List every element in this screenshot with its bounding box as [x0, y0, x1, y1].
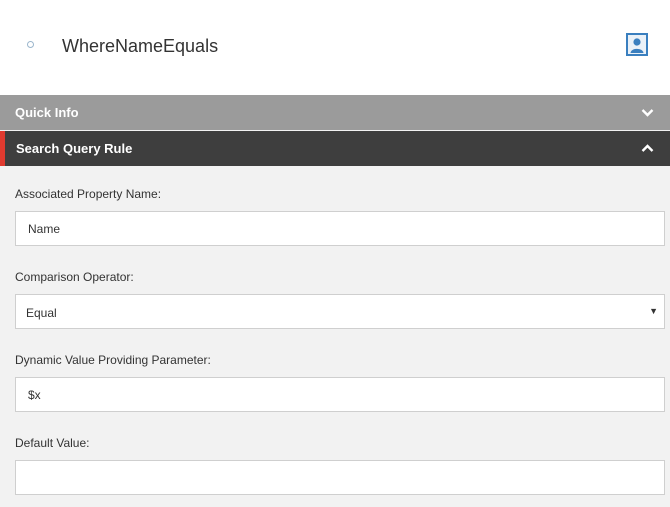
default-value-label: Default Value:: [15, 436, 90, 450]
search-query-rule-section-header[interactable]: Search Query Rule: [0, 131, 670, 166]
search-query-rule-label: Search Query Rule: [16, 141, 133, 156]
page-title: WhereNameEquals: [62, 36, 219, 56]
status-ring-icon: [27, 41, 34, 48]
chevron-up-icon[interactable]: [641, 142, 654, 160]
caret-down-icon[interactable]: ▼: [649, 306, 658, 316]
dynamic-value-param-input[interactable]: $x: [15, 377, 665, 412]
associated-property-value: Name: [28, 222, 61, 236]
default-value-input[interactable]: [15, 460, 665, 495]
quick-info-section-header[interactable]: Quick Info: [0, 95, 670, 130]
page-header: WhereNameEquals: [0, 0, 670, 95]
associated-property-input[interactable]: Name: [15, 211, 665, 246]
user-avatar-icon[interactable]: [626, 33, 648, 56]
quick-info-label: Quick Info: [15, 105, 79, 120]
chevron-down-icon[interactable]: [641, 106, 654, 124]
dynamic-value-param-value: $x: [28, 388, 41, 402]
dynamic-value-param-label: Dynamic Value Providing Parameter:: [15, 353, 211, 367]
comparison-operator-value: Equal: [26, 306, 57, 320]
comparison-operator-select[interactable]: Equal ▼: [15, 294, 665, 329]
associated-property-label: Associated Property Name:: [15, 187, 162, 201]
comparison-operator-label: Comparison Operator:: [15, 270, 134, 284]
